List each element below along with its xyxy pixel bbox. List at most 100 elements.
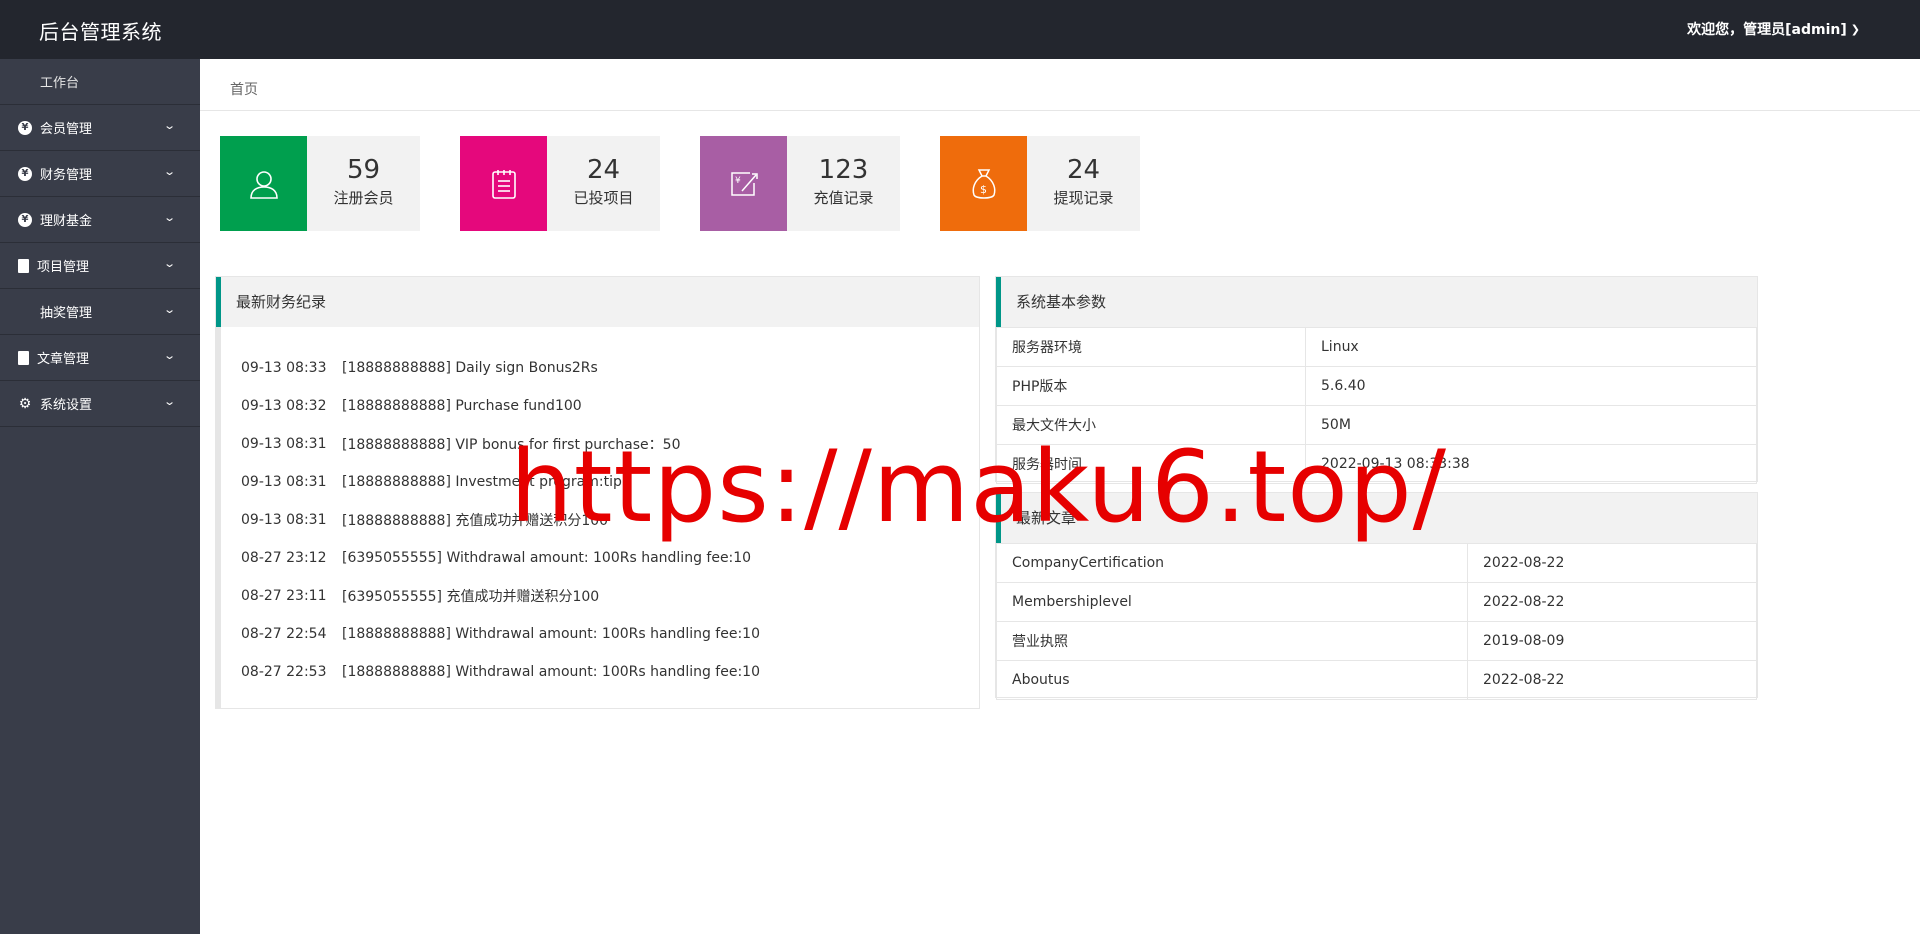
list-item: 08-27 23:11 [6395055555] 充值成功并赠送积分100 — [221, 577, 979, 615]
sidebar-item-label: 工作台 — [40, 76, 80, 91]
record-time: 08-27 23:12 — [241, 550, 327, 566]
param-key: PHP版本 — [996, 366, 1306, 406]
stat-value: 24 — [1066, 155, 1101, 185]
stat-card-withdraw[interactable]: $ 24 提现记录 — [940, 136, 1140, 231]
chevron-down-icon: ⌄ — [162, 119, 176, 132]
table-row: 服务器时间 2022-09-13 08:33:38 — [996, 444, 1757, 484]
param-value: Linux — [1305, 327, 1757, 367]
app-title: 后台管理系统 — [39, 20, 162, 44]
sidebar-item-members[interactable]: ¥ 会员管理 ⌄ — [0, 105, 200, 151]
sidebar-item-settings[interactable]: ⚙ 系统设置 ⌄ — [0, 381, 200, 427]
sidebar-item-articles[interactable]: 文章管理 ⌄ — [0, 335, 200, 381]
notepad-icon — [460, 136, 547, 231]
table-row[interactable]: Aboutus 2022-08-22 — [996, 660, 1757, 700]
panel-title: 最新文章 — [996, 493, 1757, 543]
stat-card-members[interactable]: 59 注册会员 — [220, 136, 420, 231]
list-item: 09-13 08:31 [18888888888] VIP bonus for f… — [221, 425, 979, 463]
chevron-down-icon: ❯ — [1850, 22, 1860, 36]
chevron-down-icon: ⌄ — [162, 257, 176, 270]
money-bag-icon: $ — [940, 136, 1027, 231]
list-item: 09-13 08:32 [18888888888] Purchase fund10… — [221, 387, 979, 425]
chevron-down-icon: ⌄ — [162, 395, 176, 408]
chevron-down-icon: ⌄ — [162, 165, 176, 178]
articles-panel: 最新文章 CompanyCertification 2022-08-22 Memb… — [995, 492, 1758, 700]
article-title[interactable]: 营业执照 — [996, 621, 1468, 661]
table-row[interactable]: Membershiplevel 2022-08-22 — [996, 582, 1757, 622]
table-row: 最大文件大小 50M — [996, 405, 1757, 445]
user-menu[interactable]: 欢迎您，管理员[admin] ❯ — [1687, 19, 1860, 39]
sidebar-item-label: 理财基金 — [40, 214, 93, 229]
clipboard-icon — [18, 258, 29, 273]
stat-label: 已投项目 — [573, 189, 634, 207]
stat-text: 24 已投项目 — [547, 136, 660, 231]
yen-circle-icon: ¥ — [18, 120, 32, 135]
chevron-down-icon: ⌄ — [162, 349, 176, 362]
record-text: [18888888888] 充值成功并赠送积分100 — [342, 513, 609, 529]
list-item: 09-13 08:33 [18888888888] Daily sign Bonu… — [221, 349, 979, 387]
stat-value: 123 — [818, 155, 869, 185]
article-date: 2022-08-22 — [1467, 660, 1757, 700]
chevron-down-icon: ⌄ — [162, 211, 176, 224]
record-text: [18888888888] Withdrawal amount: 100Rs h… — [342, 626, 760, 642]
record-time: 09-13 08:33 — [241, 360, 327, 376]
sidebar-item-label: 项目管理 — [37, 260, 90, 275]
gear-icon: ⚙ — [18, 395, 32, 412]
panel-title: 最新财务纪录 — [216, 277, 979, 327]
top-header: 后台管理系统 欢迎您，管理员[admin] ❯ — [0, 0, 1920, 59]
record-text: [18888888888] Investment program:tip — [342, 474, 622, 490]
stat-card-recharge[interactable]: ¥ 123 充值记录 — [700, 136, 900, 231]
article-date: 2022-08-22 — [1467, 543, 1757, 583]
table-row[interactable]: CompanyCertification 2022-08-22 — [996, 543, 1757, 583]
article-title[interactable]: Membershiplevel — [996, 582, 1468, 622]
record-time: 08-27 23:11 — [241, 588, 327, 604]
sidebar: 工作台 ¥ 会员管理 ⌄ ¥ 财务管理 ⌄ ¥ 理财基金 ⌄ 项目管理 ⌄ 抽奖… — [0, 59, 200, 934]
article-date: 2022-08-22 — [1467, 582, 1757, 622]
sidebar-item-label: 抽奖管理 — [40, 306, 93, 321]
articles-table: CompanyCertification 2022-08-22 Membershi… — [996, 543, 1757, 700]
finance-list: 09-13 08:33 [18888888888] Daily sign Bonu… — [216, 327, 979, 708]
article-title[interactable]: CompanyCertification — [996, 543, 1468, 583]
sidebar-item-dashboard[interactable]: 工作台 — [0, 59, 200, 105]
article-date: 2019-08-09 — [1467, 621, 1757, 661]
breadcrumb-bar: 首页 — [200, 59, 1920, 111]
param-key: 服务器环境 — [996, 327, 1306, 367]
table-row: PHP版本 5.6.40 — [996, 366, 1757, 406]
stat-card-projects[interactable]: 24 已投项目 — [460, 136, 660, 231]
sidebar-item-finance[interactable]: ¥ 财务管理 ⌄ — [0, 151, 200, 197]
record-time: 08-27 22:53 — [241, 664, 327, 680]
record-time: 09-13 08:31 — [241, 512, 327, 528]
stat-text: 59 注册会员 — [307, 136, 420, 231]
stat-value: 24 — [586, 155, 621, 185]
sidebar-item-label: 系统设置 — [40, 398, 93, 413]
param-key: 服务器时间 — [996, 444, 1306, 484]
breadcrumb[interactable]: 首页 — [230, 79, 258, 99]
param-value: 50M — [1305, 405, 1757, 445]
yen-circle-icon: ¥ — [18, 166, 32, 181]
sidebar-item-lottery[interactable]: 抽奖管理 ⌄ — [0, 289, 200, 335]
article-title[interactable]: Aboutus — [996, 660, 1468, 700]
dashboard-icon — [18, 75, 32, 89]
sidebar-item-label: 财务管理 — [40, 168, 93, 183]
recharge-icon: ¥ — [700, 136, 787, 231]
stat-text: 24 提现记录 — [1027, 136, 1140, 231]
record-text: [18888888888] VIP bonus for first purcha… — [342, 437, 681, 453]
list-item: 08-27 23:12 [6395055555] Withdrawal amoun… — [221, 539, 979, 577]
stat-label: 注册会员 — [333, 189, 394, 207]
sidebar-item-label: 文章管理 — [37, 352, 90, 367]
dashboard-icon — [18, 305, 32, 319]
stat-label: 充值记录 — [813, 189, 874, 207]
record-time: 09-13 08:32 — [241, 398, 327, 414]
list-item: 09-13 08:31 [18888888888] 充值成功并赠送积分100 — [221, 501, 979, 539]
record-text: [18888888888] Purchase fund100 — [342, 398, 582, 414]
params-table: 服务器环境 Linux PHP版本 5.6.40 最大文件大小 50M 服务器时间 20… — [996, 327, 1757, 484]
stat-text: 123 充值记录 — [787, 136, 900, 231]
list-item: 08-27 22:54 [18888888888] Withdrawal amou… — [221, 615, 979, 653]
record-text: [6395055555] 充值成功并赠送积分100 — [342, 589, 600, 605]
user-greeting: 欢迎您，管理员[admin] — [1687, 22, 1847, 38]
sidebar-item-projects[interactable]: 项目管理 ⌄ — [0, 243, 200, 289]
table-row[interactable]: 营业执照 2019-08-09 — [996, 621, 1757, 661]
sidebar-item-label: 会员管理 — [40, 122, 93, 137]
sidebar-item-funds[interactable]: ¥ 理财基金 ⌄ — [0, 197, 200, 243]
document-icon — [18, 350, 29, 365]
stat-value: 59 — [346, 155, 381, 185]
